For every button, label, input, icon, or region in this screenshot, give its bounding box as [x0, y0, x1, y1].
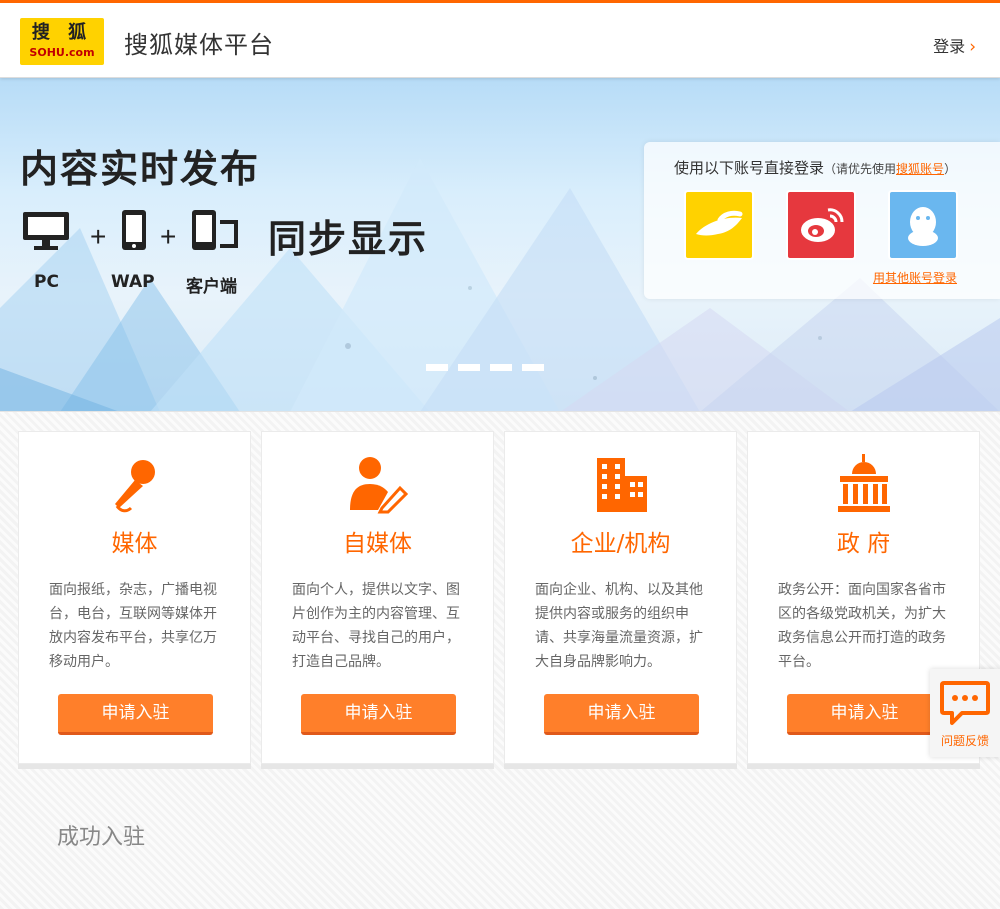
- paren-close: ）: [944, 162, 957, 176]
- sohu-account-link[interactable]: 搜狐账号: [896, 162, 944, 176]
- carousel-dot-1[interactable]: [426, 364, 448, 371]
- device-label-wap: WAP: [111, 272, 155, 292]
- card-title: 企业/机构: [570, 531, 671, 557]
- carousel-dot-2[interactable]: [458, 364, 480, 371]
- success-section-title: 成功入驻: [57, 825, 146, 850]
- weibo-icon: [801, 208, 844, 242]
- chevron-right-icon: ›: [969, 37, 976, 57]
- card-title: 自媒体: [343, 531, 412, 557]
- client-device-icon: [192, 210, 238, 250]
- buildings-icon: [596, 458, 647, 512]
- logo-english-text: SOHU.com: [29, 46, 95, 59]
- login-heading-text: 使用以下账号直接登录: [674, 159, 825, 177]
- paren-open: （: [824, 162, 837, 176]
- hero-title: 内容实时发布: [20, 147, 261, 191]
- carousel-dot-3[interactable]: [490, 364, 512, 371]
- carousel-dot-4[interactable]: [522, 364, 544, 371]
- feedback-button[interactable]: 问题反馈: [930, 669, 1000, 757]
- card-description: 政务公开：面向国家各省市区的各级党政机关，为扩大政务信息公开而打造的政务平台。: [778, 582, 946, 670]
- apply-button-government[interactable]: 申请入驻: [787, 694, 942, 735]
- plus-sign-1: +: [90, 221, 106, 252]
- main-content: 媒体 面向报纸，杂志，广播电视台，电台，互联网等媒体开放内容发布平台，共享亿万移…: [0, 411, 1000, 909]
- apply-button-enterprise[interactable]: 申请入驻: [544, 694, 699, 735]
- microphone-icon: [114, 460, 155, 513]
- device-label-pc: PC: [34, 272, 59, 292]
- site-title: 搜狐媒体平台: [124, 31, 274, 59]
- login-hint: 请优先使用: [836, 162, 897, 176]
- login-label: 登录: [933, 37, 966, 56]
- card-description: 面向个人，提供以文字、图片创作为主的内容管理、互动平台、寻找自己的用户，打造自己…: [292, 582, 460, 670]
- feedback-label: 问题反馈: [940, 734, 989, 748]
- carousel-indicators: [426, 356, 554, 375]
- card-self-media: 自媒体 面向个人，提供以文字、图片创作为主的内容管理、互动平台、寻找自己的用户，…: [261, 431, 494, 764]
- sohu-logo[interactable]: 搜 狐 SOHU.com: [20, 18, 104, 65]
- card-media: 媒体 面向报纸，杂志，广播电视台，电台，互联网等媒体开放内容发布平台，共享亿万移…: [18, 431, 251, 764]
- government-building-icon: [837, 454, 890, 512]
- sohu-pass-icon: [696, 210, 743, 236]
- login-link[interactable]: 登录 ›: [933, 33, 976, 57]
- card-description: 面向报纸，杂志，广播电视台，电台，互联网等媒体开放内容发布平台，共享亿万移动用户…: [49, 582, 217, 670]
- plus-sign-2: +: [160, 221, 176, 252]
- other-account-login-link[interactable]: 用其他账号登录: [873, 269, 957, 286]
- apply-button-media[interactable]: 申请入驻: [58, 694, 213, 735]
- quick-login-panel: 使用以下账号直接登录（请优先使用搜狐账号） 用其他账号登录: [644, 142, 1000, 299]
- qq-penguin-icon: [908, 207, 938, 246]
- apply-button-self-media[interactable]: 申请入驻: [301, 694, 456, 735]
- card-description: 面向企业、机构、以及其他提供内容或服务的组织申请、共享海量流量资源，扩大自身品牌…: [535, 582, 703, 670]
- device-label-client: 客户端: [186, 277, 237, 297]
- logo-chinese-text: 搜 狐: [31, 22, 93, 43]
- sync-display-text: 同步显示: [268, 217, 429, 261]
- qq-login-button[interactable]: [890, 192, 956, 258]
- monitor-icon: [23, 212, 69, 250]
- login-heading: 使用以下账号直接登录（请优先使用搜狐账号）: [674, 157, 956, 178]
- card-title: 政 府: [836, 531, 891, 557]
- chat-bubble-icon: [940, 681, 990, 725]
- sohu-pass-login-button[interactable]: [686, 192, 752, 258]
- weibo-login-button[interactable]: [788, 192, 854, 258]
- person-pen-icon: [349, 457, 408, 514]
- phone-icon: [122, 210, 146, 250]
- card-title: 媒体: [111, 531, 158, 557]
- top-header: 搜 狐 SOHU.com 搜狐媒体平台 登录 ›: [0, 0, 1000, 78]
- card-enterprise: 企业/机构 面向企业、机构、以及其他提供内容或服务的组织申请、共享海量流量资源，…: [504, 431, 737, 764]
